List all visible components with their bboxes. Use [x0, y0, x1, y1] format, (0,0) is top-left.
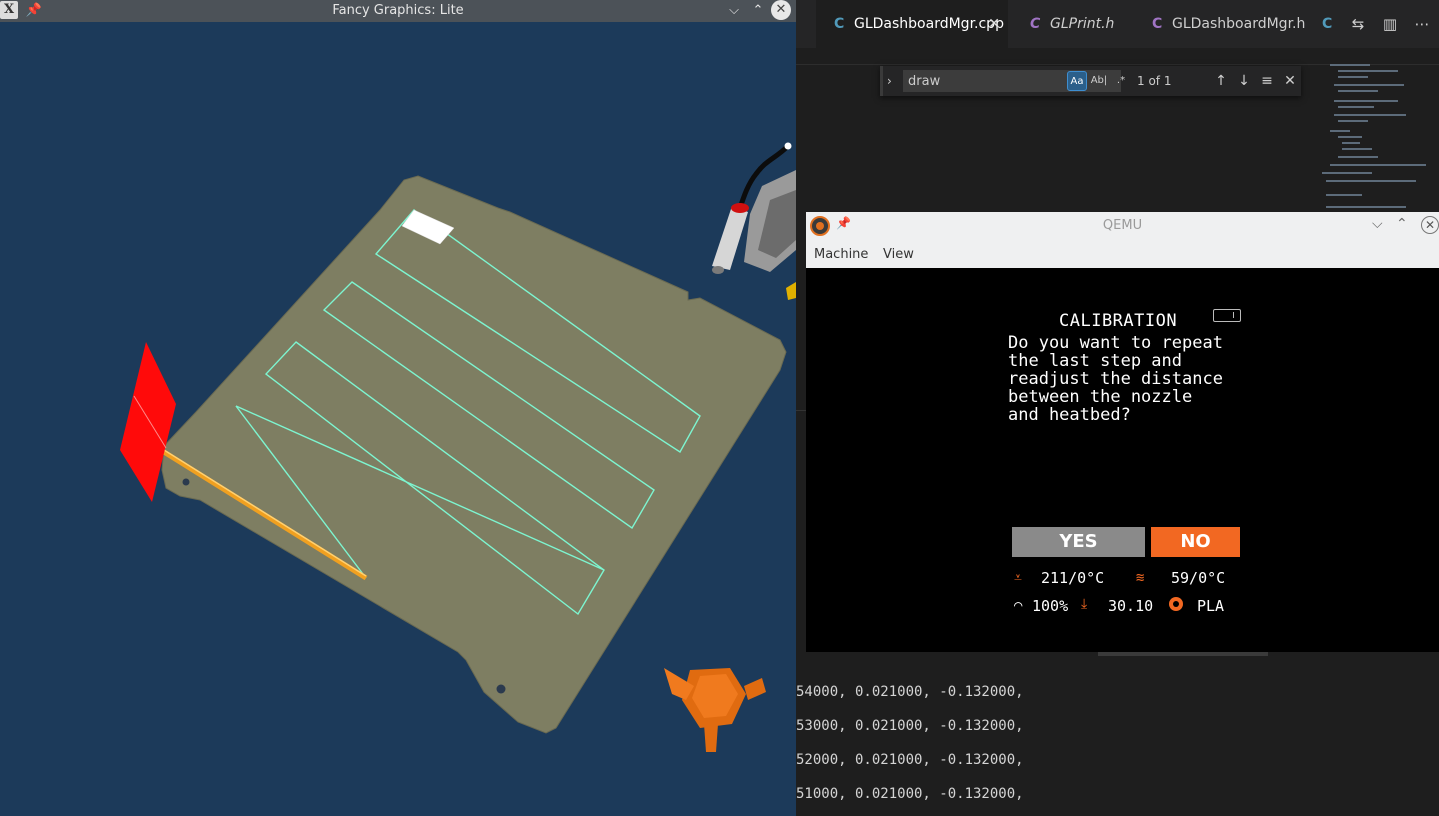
- find-in-selection-icon[interactable]: ≡: [1257, 71, 1277, 91]
- menu-view[interactable]: View: [883, 247, 914, 262]
- bed-temperature: 59/0°C: [1171, 569, 1226, 587]
- maximize-icon[interactable]: ⌃: [1396, 216, 1408, 232]
- code-line: 52000, 0.021000, -0.132000,: [796, 752, 1024, 768]
- compare-changes-icon[interactable]: ⇆: [1348, 14, 1368, 34]
- printer-lcd-screen[interactable]: CALIBRATION Do you want to repeat the la…: [806, 268, 1439, 652]
- match-case-icon[interactable]: Aa: [1067, 71, 1087, 91]
- probe-ring: [731, 203, 749, 213]
- extruder-nozzle-gold: [786, 282, 796, 300]
- close-tab-icon[interactable]: ✕: [988, 0, 1000, 48]
- fancy-graphics-titlebar[interactable]: X 📌 Fancy Graphics: Lite ⌵ ⌃ ✕: [0, 0, 796, 22]
- print-bed-plate: [161, 175, 787, 734]
- next-match-icon[interactable]: ↓: [1234, 71, 1254, 91]
- window-title: Fancy Graphics: Lite: [332, 3, 464, 18]
- 3d-print-bed-scene[interactable]: [0, 22, 796, 816]
- print-speed: 100%: [1032, 597, 1069, 615]
- c-header-file-icon: C: [1152, 16, 1163, 32]
- more-actions-icon[interactable]: ⋯: [1412, 14, 1432, 34]
- extruder-probe: [712, 206, 748, 270]
- filament-type: PLA: [1197, 597, 1225, 615]
- close-icon[interactable]: ✕: [771, 0, 791, 20]
- tab-label: GLDashboardMgr.cpp: [854, 16, 1004, 32]
- code-line: 54000, 0.021000, -0.132000,: [796, 684, 1024, 700]
- tab-gldashboardmgr-cpp[interactable]: C GLDashboardMgr.cpp ✕: [816, 0, 1008, 48]
- cable-end: [784, 142, 792, 150]
- code-line: 51000, 0.021000, -0.132000,: [796, 786, 1024, 802]
- probe-tip: [712, 266, 724, 274]
- minimize-icon[interactable]: ⌵: [724, 1, 744, 21]
- nozzle-icon: ⩡: [1014, 570, 1022, 586]
- window-title: QEMU: [1102, 218, 1143, 233]
- minimap[interactable]: [1316, 60, 1434, 220]
- close-icon[interactable]: ✕: [1421, 216, 1439, 234]
- find-match-count: 1 of 1: [1137, 74, 1172, 88]
- qemu-titlebar[interactable]: 📌 QEMU ⌵ ⌃ ✕: [806, 212, 1439, 240]
- sd-card-icon: [1213, 309, 1241, 322]
- regex-icon[interactable]: .*: [1111, 71, 1131, 91]
- speed-gauge-icon: ◠: [1014, 598, 1023, 614]
- z-height-icon: ⤓: [1081, 596, 1088, 612]
- cpp-file-icon: C: [834, 16, 845, 32]
- tab-label: GLPrint.h: [1050, 16, 1115, 32]
- z-height: 30.10: [1108, 597, 1154, 615]
- split-editor-icon[interactable]: ▥: [1380, 14, 1400, 34]
- bed-hole: [182, 478, 190, 486]
- maximize-icon[interactable]: ⌃: [748, 1, 768, 21]
- code-line: 53000, 0.021000, -0.132000,: [796, 718, 1024, 734]
- heatbed-icon: ≋: [1136, 570, 1145, 586]
- minimize-icon[interactable]: ⌵: [1372, 216, 1383, 232]
- no-button[interactable]: NO: [1151, 527, 1240, 557]
- tab-label: GLDashboardMgr.h: [1172, 16, 1306, 32]
- c-header-file-icon: C: [1030, 16, 1041, 32]
- filament-spool-icon: [1169, 597, 1183, 611]
- cpp-file-icon: C: [1322, 16, 1333, 32]
- bed-hole: [496, 684, 506, 694]
- fancy-graphics-window: X 📌 Fancy Graphics: Lite ⌵ ⌃ ✕: [0, 0, 796, 816]
- nozzle-temperature: 211/0°C: [1041, 569, 1105, 587]
- tab-gldashboardmgr-h[interactable]: C GLDashboardMgr.h: [1134, 0, 1314, 48]
- qemu-window: 📌 QEMU ⌵ ⌃ ✕ Machine View CALIBRATION Do…: [806, 212, 1439, 652]
- axis-gizmo: [664, 668, 766, 752]
- menu-machine[interactable]: Machine: [814, 247, 868, 262]
- previous-match-icon[interactable]: ↑: [1211, 71, 1231, 91]
- lcd-title: CALIBRATION: [1059, 311, 1178, 331]
- editor-tab-bar: C GLDashboardMgr.cpp ✕ C GLPrint.h C GLD…: [796, 0, 1439, 48]
- tab-glprint-h[interactable]: C GLPrint.h: [1012, 0, 1128, 48]
- toggle-replace-icon[interactable]: ›: [887, 71, 901, 91]
- lcd-message: Do you want to repeat the last step and …: [1008, 333, 1223, 425]
- yes-button[interactable]: YES: [1012, 527, 1145, 557]
- close-find-icon[interactable]: ✕: [1280, 71, 1300, 91]
- qemu-menubar: Machine View: [806, 240, 1439, 269]
- tab-overflow[interactable]: C: [1316, 0, 1336, 48]
- whole-word-icon[interactable]: Ab|: [1089, 71, 1109, 91]
- find-widget: › draw Aa Ab| .* 1 of 1 ↑ ↓ ≡ ✕: [880, 66, 1301, 96]
